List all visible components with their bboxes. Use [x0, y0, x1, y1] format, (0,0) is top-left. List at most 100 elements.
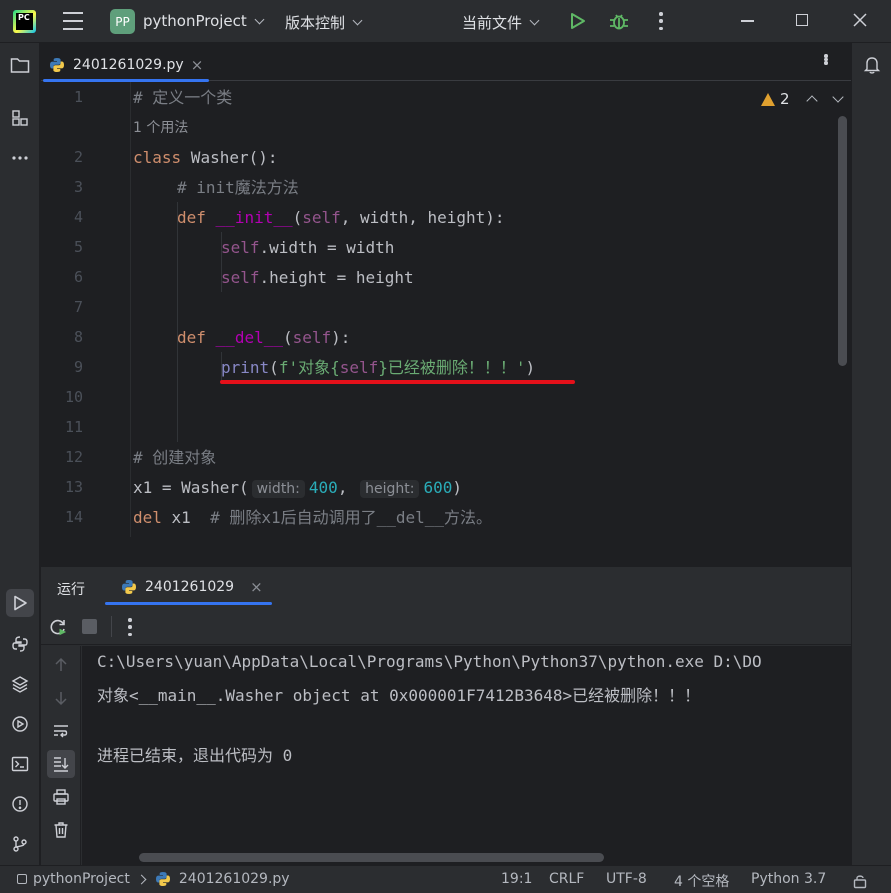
- gutter-divider: [130, 82, 131, 537]
- terminal-icon[interactable]: [8, 752, 32, 776]
- code-line-9: print(f'对象{self}已经被删除！！！'): [221, 353, 535, 383]
- code-line-8: def __del__(self):: [177, 323, 350, 353]
- code-text: , width, height):: [340, 208, 505, 227]
- run-config-selector[interactable]: 当前文件: [462, 12, 540, 33]
- python-file-icon: [50, 58, 64, 72]
- project-badge[interactable]: PP: [110, 9, 135, 34]
- tabs-more-icon[interactable]: [824, 54, 828, 72]
- magic-method-name: __del__: [215, 328, 283, 347]
- line-number: 12: [64, 448, 83, 466]
- chevron-down-icon: [352, 15, 363, 26]
- line-separator[interactable]: CRLF: [549, 871, 584, 887]
- self-keyword: self: [221, 238, 260, 257]
- code-editor[interactable]: 1 2 3 4 5 6 7 8 9 10 11 12 13 14 # 定义一个类…: [41, 82, 851, 537]
- scroll-to-end-icon[interactable]: [47, 750, 75, 778]
- line-number: 5: [73, 238, 83, 256]
- project-switcher[interactable]: pythonProject: [143, 12, 265, 30]
- notifications-bell-icon[interactable]: [860, 53, 884, 77]
- breadcrumb-project[interactable]: pythonProject: [33, 871, 130, 887]
- run-console-output[interactable]: C:\Users\yuan\AppData\Local\Programs\Pyt…: [82, 646, 851, 866]
- run-tab-file[interactable]: 2401261029 ×: [105, 578, 272, 605]
- editor-vertical-scrollbar[interactable]: [838, 116, 847, 366]
- previous-highlight-icon[interactable]: [805, 95, 818, 107]
- more-actions-icon[interactable]: [659, 12, 663, 30]
- vcs-menu[interactable]: 版本控制: [285, 12, 363, 33]
- self-keyword: self: [302, 208, 341, 227]
- chevron-down-icon: [529, 15, 540, 26]
- keyword: def: [177, 208, 206, 227]
- chevron-down-icon: [254, 14, 265, 24]
- line-gutter: 1 2 3 4 5 6 7 8 9 10 11 12 13 14: [41, 82, 131, 537]
- close-tab-icon[interactable]: ×: [191, 56, 204, 74]
- editor-tabs: 2401261029.py ×: [41, 43, 851, 82]
- console-line: C:\Users\yuan\AppData\Local\Programs\Pyt…: [97, 652, 762, 671]
- pycharm-logo-icon[interactable]: PC: [13, 10, 36, 33]
- trash-icon[interactable]: [49, 818, 73, 842]
- keyword: class: [133, 148, 182, 167]
- maximize-icon[interactable]: [796, 14, 808, 26]
- code-text: (: [282, 328, 293, 347]
- breadcrumb: pythonProject 2401261029.py: [17, 871, 290, 887]
- soft-wrap-icon[interactable]: [49, 719, 73, 743]
- code-line-1: # 定义一个类: [133, 83, 232, 113]
- debug-icon[interactable]: [608, 10, 630, 32]
- editor-tab-file[interactable]: 2401261029.py ×: [43, 49, 209, 82]
- problems-icon[interactable]: [8, 792, 32, 816]
- run-icon[interactable]: [567, 11, 587, 31]
- python-file-icon: [122, 580, 136, 594]
- indent-setting[interactable]: 4 个空格: [674, 871, 729, 891]
- python-file-icon: [155, 872, 170, 886]
- more-tools-icon[interactable]: [8, 146, 32, 170]
- console-horizontal-scrollbar[interactable]: [139, 853, 604, 862]
- class-name: Washer: [181, 148, 249, 167]
- self-keyword: self: [221, 268, 260, 287]
- python-console-icon[interactable]: [8, 632, 32, 656]
- code-text: x1: [161, 508, 211, 527]
- project-name: pythonProject: [143, 12, 247, 30]
- close-run-tab-icon[interactable]: ×: [250, 578, 263, 596]
- run-tabs: 运行 2401261029 ×: [41, 567, 851, 605]
- caret-position[interactable]: 19:1: [501, 871, 532, 887]
- git-icon[interactable]: [8, 832, 32, 856]
- scroll-up-icon[interactable]: [49, 653, 73, 677]
- readonly-lock-icon[interactable]: [852, 873, 868, 889]
- line-number: 7: [73, 298, 83, 316]
- title-bar: PC PP pythonProject 版本控制 当前文件: [0, 0, 891, 43]
- scroll-down-icon[interactable]: [49, 686, 73, 710]
- next-highlight-icon[interactable]: [831, 91, 844, 103]
- keyword: def: [177, 328, 206, 347]
- close-window-icon[interactable]: [852, 12, 868, 28]
- file-encoding[interactable]: UTF-8: [606, 871, 647, 887]
- print-icon[interactable]: [49, 785, 73, 809]
- line-number: 11: [64, 418, 83, 436]
- python-interpreter[interactable]: Python 3.7: [751, 871, 826, 887]
- inspection-widget[interactable]: 2: [761, 90, 844, 108]
- self-keyword: self: [292, 328, 332, 347]
- stop-icon[interactable]: [82, 619, 97, 634]
- code-line-4: def __init__(self, width, height):: [177, 203, 505, 233]
- main-menu-icon[interactable]: [62, 12, 84, 30]
- usage-hint[interactable]: 1 个用法: [133, 113, 188, 143]
- breadcrumb-file[interactable]: 2401261029.py: [179, 871, 290, 887]
- minimize-icon[interactable]: [741, 20, 754, 22]
- code-line-12: # 创建对象: [133, 443, 216, 473]
- layers-icon[interactable]: [8, 672, 32, 696]
- code-text: ():: [248, 148, 278, 167]
- console-line: 对象<__main__.Washer object at 0x000001F74…: [97, 686, 701, 705]
- code-text: (: [292, 208, 303, 227]
- right-tool-strip: [851, 43, 891, 865]
- run-more-icon[interactable]: [128, 618, 132, 636]
- line-number: 13: [64, 478, 83, 496]
- project-folder-icon[interactable]: [8, 53, 32, 77]
- run-config-label: 当前文件: [462, 14, 523, 32]
- run-tab-name: 2401261029: [145, 579, 235, 595]
- code-line-5: self.width = width: [221, 233, 394, 263]
- rerun-icon[interactable]: [48, 617, 68, 637]
- run-tool-icon[interactable]: [6, 589, 34, 617]
- run-tool-window: 运行 2401261029 × C:\Users\yuan\AppData\Lo…: [41, 566, 851, 866]
- services-icon[interactable]: [8, 712, 32, 736]
- indent-guide: [177, 202, 178, 442]
- code-text: ): [452, 478, 462, 497]
- line-number: 9: [73, 358, 83, 376]
- structure-icon[interactable]: [8, 106, 32, 130]
